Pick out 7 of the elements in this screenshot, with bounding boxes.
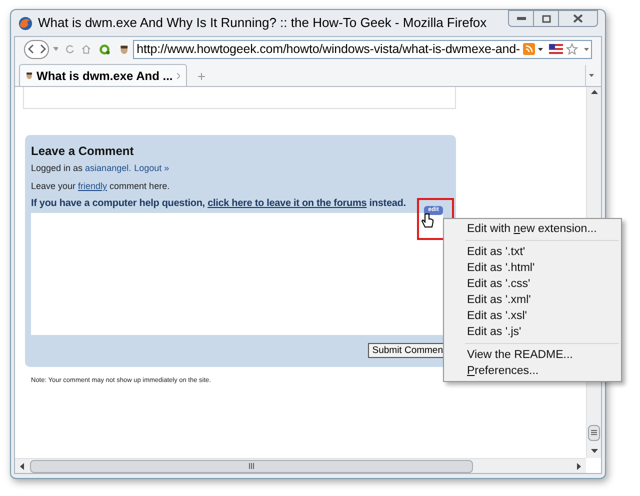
url-text: http://www.howtogeek.com/howto/windows-vista/what-is-dwmexe-and- — [136, 40, 520, 58]
window-title: What is dwm.exe And Why Is It Running? :: the How-To Geek - Mozilla Firefox — [38, 14, 487, 32]
help-question-text: If you have a computer help question, click here to leave it on the forums instead. — [31, 198, 406, 210]
comment-prompt-text: Leave your friendly comment here. — [31, 180, 170, 192]
logged-in-text: Logged in as asianangel. Logout » — [31, 162, 170, 174]
comment-heading: Leave a Comment — [31, 143, 135, 159]
tab-title: What is dwm.exe And ... — [36, 68, 173, 84]
